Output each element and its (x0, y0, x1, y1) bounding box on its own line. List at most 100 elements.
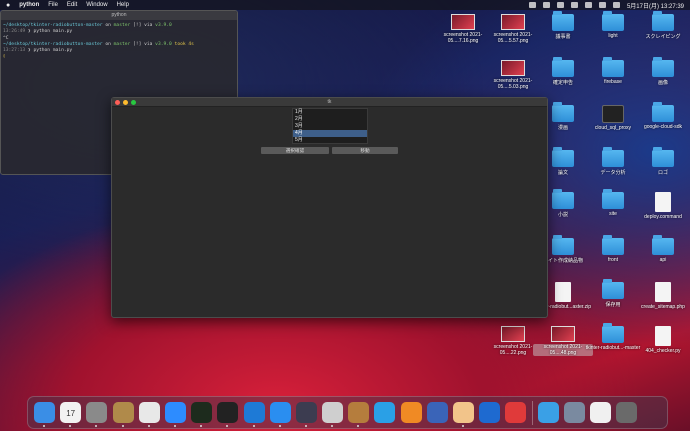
desktop-icon-label: deploy.command (644, 214, 682, 220)
tray-app-icon-4[interactable] (570, 2, 578, 8)
running-indicator (69, 425, 72, 427)
chrome-icon[interactable] (138, 402, 160, 427)
remote-icon[interactable] (479, 402, 501, 423)
folder-icon (602, 57, 624, 77)
python-version: v3.9.0 (155, 41, 172, 47)
executable-icon (602, 105, 624, 123)
folder-icon (602, 279, 624, 299)
menu-file[interactable]: File (48, 2, 58, 8)
minimize-window-icon[interactable] (123, 100, 128, 105)
zoom-window-icon[interactable] (131, 100, 136, 105)
terminal-time: 13:26:49 (3, 29, 26, 35)
desktop-icon[interactable]: ロゴ (633, 147, 690, 176)
terminal-icon[interactable] (217, 402, 239, 427)
desktop-icon[interactable]: create_sitemap.php (633, 282, 690, 310)
finder-icon[interactable] (34, 402, 55, 427)
running-indicator (304, 425, 307, 427)
close-window-icon[interactable] (115, 100, 120, 105)
terminal-text: on (102, 41, 114, 47)
tk-titlebar[interactable]: tk (112, 98, 547, 107)
dock: 17 (27, 396, 668, 429)
tray-app-icon-3[interactable] (556, 2, 564, 8)
running-indicator (226, 425, 229, 427)
menu-app-name[interactable]: python (19, 2, 39, 8)
preview-icon[interactable] (453, 402, 474, 427)
terminal-command: python main.py (33, 48, 73, 54)
system-preferences-icon[interactable] (86, 402, 108, 427)
image-file-icon (551, 326, 575, 342)
desktop-icon[interactable]: 画像 (633, 57, 690, 86)
menu-window[interactable]: Window (86, 2, 107, 8)
desktop-icon[interactable]: api (633, 235, 690, 263)
folder-icon (552, 189, 574, 209)
document-icon (655, 192, 671, 212)
clock-text[interactable]: 5月17日(月) 13:27:39 (627, 1, 684, 10)
parcel-icon[interactable] (348, 402, 370, 427)
month-listbox[interactable]: 1月 2月 3月 4月 5月 (292, 108, 368, 144)
sequel-icon[interactable] (322, 402, 344, 427)
desktop-icon-label: create_sitemap.php (641, 304, 685, 310)
tray-app-icon-1[interactable] (528, 2, 536, 8)
trash-icon[interactable] (616, 402, 638, 423)
document-icon[interactable] (590, 402, 612, 423)
desktop-icon[interactable]: スクレイピング (633, 11, 690, 40)
menu-help[interactable]: Help (117, 2, 129, 8)
terminal-output[interactable]: ~/desktop/tkinter-radiobutton-master on … (1, 20, 237, 64)
safari-icon[interactable] (269, 402, 291, 427)
list-item[interactable]: 1月 (293, 109, 367, 116)
folder-icon (652, 147, 674, 167)
appstore-icon[interactable] (537, 402, 559, 423)
docker-icon[interactable] (374, 402, 396, 423)
cursor-glyph: ▯ (3, 54, 6, 60)
image-file-icon (501, 14, 525, 30)
terminal-titlebar[interactable]: python (1, 11, 237, 20)
running-indicator (200, 425, 203, 427)
toolbox-icon[interactable] (426, 402, 448, 423)
move-button[interactable]: 移動 (332, 147, 398, 154)
zoom-icon[interactable] (164, 402, 186, 427)
list-item[interactable]: 3月 (293, 123, 367, 130)
menu-bar: ● python File Edit Window Help 5月17日(月) … (0, 0, 690, 10)
photos-folder-icon[interactable] (563, 402, 585, 423)
folder-icon (602, 235, 624, 255)
terminal-green-icon[interactable] (191, 402, 213, 427)
tray-app-icon-2[interactable] (542, 2, 550, 8)
desktop-icon-label: ロゴ (657, 170, 668, 176)
running-indicator (173, 425, 176, 427)
git-branch: master (113, 41, 131, 47)
desktop-icon-label: 404_checker.py (645, 348, 681, 354)
desktop-icon[interactable]: deploy.command (633, 192, 690, 220)
desktop-icon[interactable]: 404_checker.py (633, 326, 690, 354)
quicktime-icon[interactable] (295, 402, 317, 427)
image-file-icon (501, 326, 525, 342)
terminal-text: [!] via (130, 41, 156, 47)
battery-icon[interactable] (612, 2, 620, 8)
terminal-path: ~/desktop/tkinter-radiobutton-master (3, 23, 103, 28)
control-center-icon[interactable] (598, 2, 606, 8)
folder-icon (652, 11, 674, 31)
running-indicator (252, 425, 255, 427)
terminal-command: python main.py (33, 29, 73, 35)
archive-icon[interactable] (112, 402, 134, 427)
running-indicator (121, 425, 124, 427)
list-item[interactable]: 2月 (293, 116, 367, 123)
wifi-icon[interactable] (584, 2, 592, 8)
clock-icon[interactable] (505, 402, 527, 423)
running-indicator (462, 425, 464, 427)
calendar-icon[interactable]: 17 (60, 402, 82, 427)
vscode-icon[interactable] (243, 402, 265, 427)
terminal-text: on (102, 23, 114, 28)
menu-edit[interactable]: Edit (67, 2, 77, 8)
running-indicator (147, 425, 150, 427)
confirm-selection-button[interactable]: 選択確認 (261, 147, 329, 154)
desktop-icon[interactable]: google-cloud-sdk (633, 102, 690, 130)
folder-icon (602, 11, 624, 31)
folder-icon (602, 189, 624, 209)
terminal-text: [!] via (130, 23, 156, 28)
list-item[interactable]: 5月 (293, 137, 367, 144)
tk-window[interactable]: tk 1月 2月 3月 4月 5月 選択確認 移動 (111, 97, 548, 318)
apple-menu-icon[interactable]: ● (6, 2, 10, 9)
list-item-selected[interactable]: 4月 (293, 130, 367, 137)
sourcetree-icon[interactable] (400, 402, 422, 423)
folder-icon (652, 102, 674, 122)
